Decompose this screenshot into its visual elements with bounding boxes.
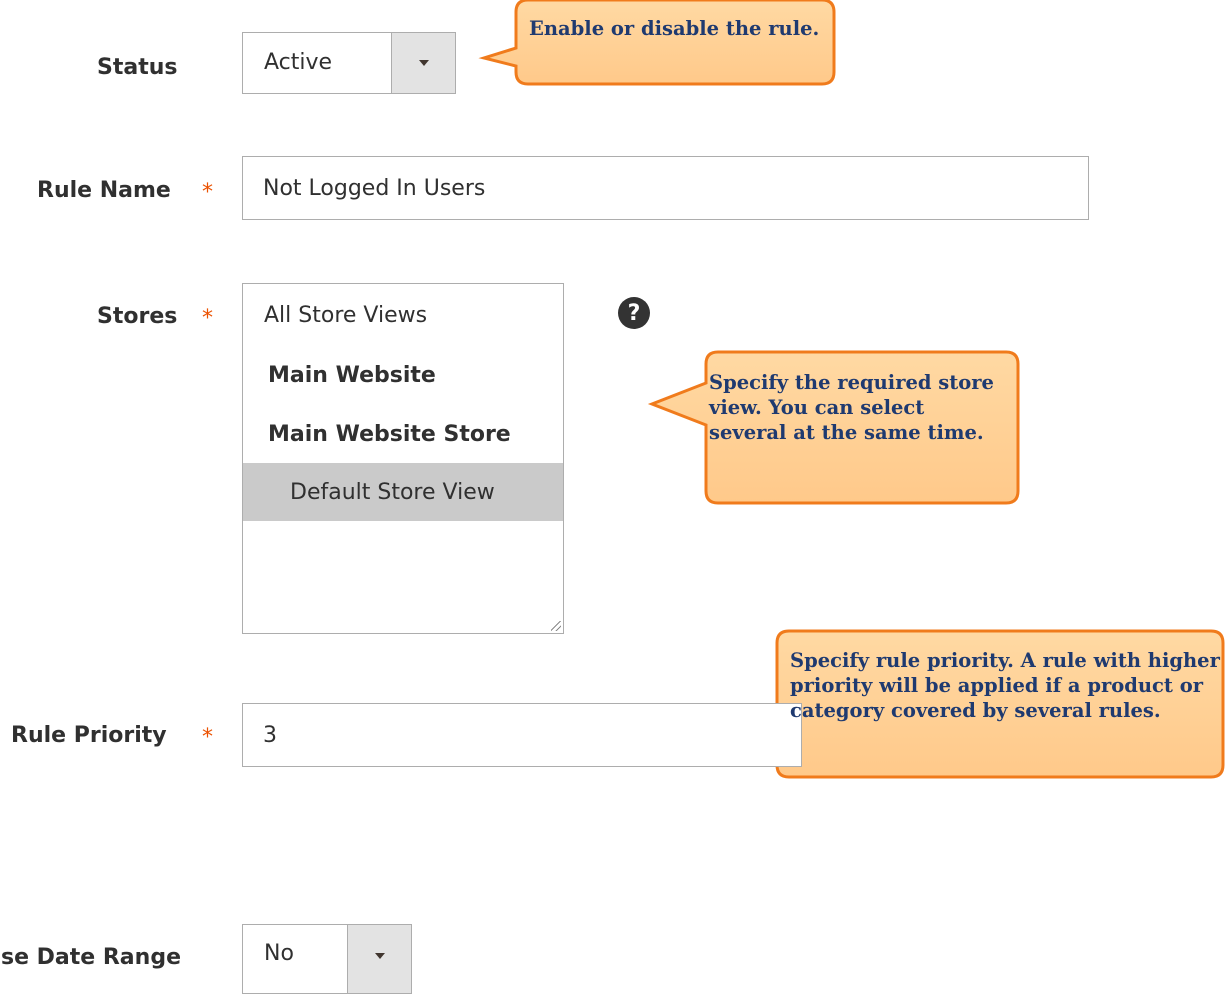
status-label: Status: [97, 55, 178, 80]
use-date-range-label: Use Date Range: [0, 945, 181, 970]
status-select-toggle[interactable]: [391, 33, 455, 93]
callout-shapes: [478, 0, 1225, 779]
status-callout-bubble: [478, 0, 836, 86]
status-callout-text: Enable or disable the rule.: [529, 17, 820, 40]
rule-name-input[interactable]: Not Logged In Users: [242, 156, 1089, 220]
store-option-main-website[interactable]: Main Website: [243, 346, 563, 404]
rule-name-label: Rule Name: [37, 178, 171, 203]
store-option-all-store-views[interactable]: All Store Views: [243, 286, 563, 344]
stores-multiselect[interactable]: All Store Views Main Website Main Websit…: [242, 283, 564, 634]
chevron-down-icon: [374, 953, 385, 959]
store-option-main-website-store[interactable]: Main Website Store: [243, 405, 563, 463]
stores-callout-text: Specify the required store view. You can…: [709, 371, 994, 444]
chevron-down-icon: [418, 60, 429, 66]
rule-priority-label: Rule Priority: [11, 723, 167, 748]
status-select-value: Active: [264, 50, 333, 75]
rule-priority-input[interactable]: 3: [242, 703, 802, 767]
store-option-default-store-view[interactable]: Default Store View: [243, 463, 563, 521]
status-select[interactable]: Active: [242, 32, 456, 94]
stores-required-mark: *: [202, 306, 213, 331]
priority-callout-text: Specify rule priority. A rule with highe…: [790, 649, 1220, 722]
rule-priority-required-mark: *: [202, 725, 213, 750]
stores-label: Stores: [97, 304, 178, 329]
resize-handle-icon[interactable]: [551, 621, 561, 631]
rule-name-required-mark: *: [202, 180, 213, 205]
use-date-range-select[interactable]: No: [242, 924, 412, 994]
question-mark-icon[interactable]: ?: [618, 297, 650, 329]
